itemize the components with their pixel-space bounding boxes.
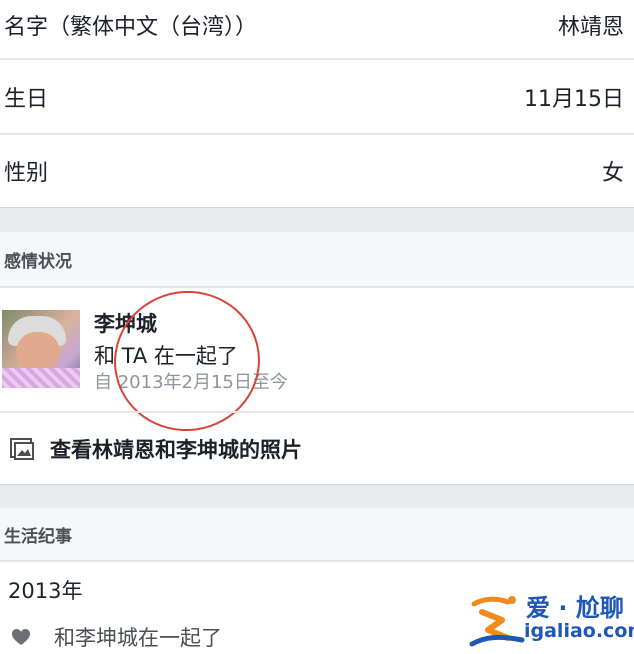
- field-label-name: 名字（繁体中文（台湾））: [4, 15, 258, 40]
- watermark-logo-icon: [469, 596, 525, 647]
- watermark: 爱 · 尬聊 igaliao.com: [468, 586, 634, 654]
- photos-icon: [10, 438, 34, 460]
- row-divider: [0, 58, 634, 60]
- field-value-name: 林靖恩: [557, 15, 624, 40]
- life-event-text: 和李坤城在一起了: [54, 626, 222, 650]
- field-row-gender[interactable]: 性别 女: [0, 136, 634, 206]
- field-value-gender: 女: [601, 161, 624, 186]
- section-title-relationship: 感情状况: [4, 251, 72, 272]
- section-title-life-events: 生活纪事: [4, 526, 72, 547]
- field-row-name[interactable]: 名字（繁体中文（台湾）） 林靖恩: [0, 0, 634, 50]
- view-photos-label: 查看林靖恩和李坤城的照片: [50, 438, 302, 462]
- field-label-gender: 性别: [4, 161, 49, 186]
- watermark-url: igaliao.com: [524, 620, 634, 642]
- field-row-birthday[interactable]: 生日 11月15日: [0, 62, 634, 132]
- heart-icon: [12, 629, 30, 645]
- watermark-title: 爱 · 尬聊: [526, 594, 624, 622]
- row-divider: [0, 560, 634, 562]
- field-value-birthday: 11月15日: [524, 87, 624, 112]
- section-header-relationship: 感情状况: [0, 232, 634, 286]
- profile-about-page: 名字（繁体中文（台湾）） 林靖恩 生日 11月15日 性别 女 感情状况 李坤城…: [0, 0, 634, 654]
- view-photos-link[interactable]: 查看林靖恩和李坤城的照片: [0, 414, 634, 484]
- field-label-birthday: 生日: [4, 87, 49, 112]
- life-event-year: 2013年: [8, 579, 83, 603]
- life-event-item[interactable]: 和李坤城在一起了: [10, 622, 222, 652]
- partner-avatar[interactable]: [2, 310, 80, 388]
- section-spacer: [0, 207, 634, 232]
- row-divider: [0, 133, 634, 135]
- section-header-life-events: 生活纪事: [0, 508, 634, 560]
- row-divider: [0, 411, 634, 413]
- section-spacer: [0, 484, 634, 508]
- relationship-card[interactable]: 李坤城 和 TA 在一起了 自 2013年2月15日至今: [0, 288, 634, 410]
